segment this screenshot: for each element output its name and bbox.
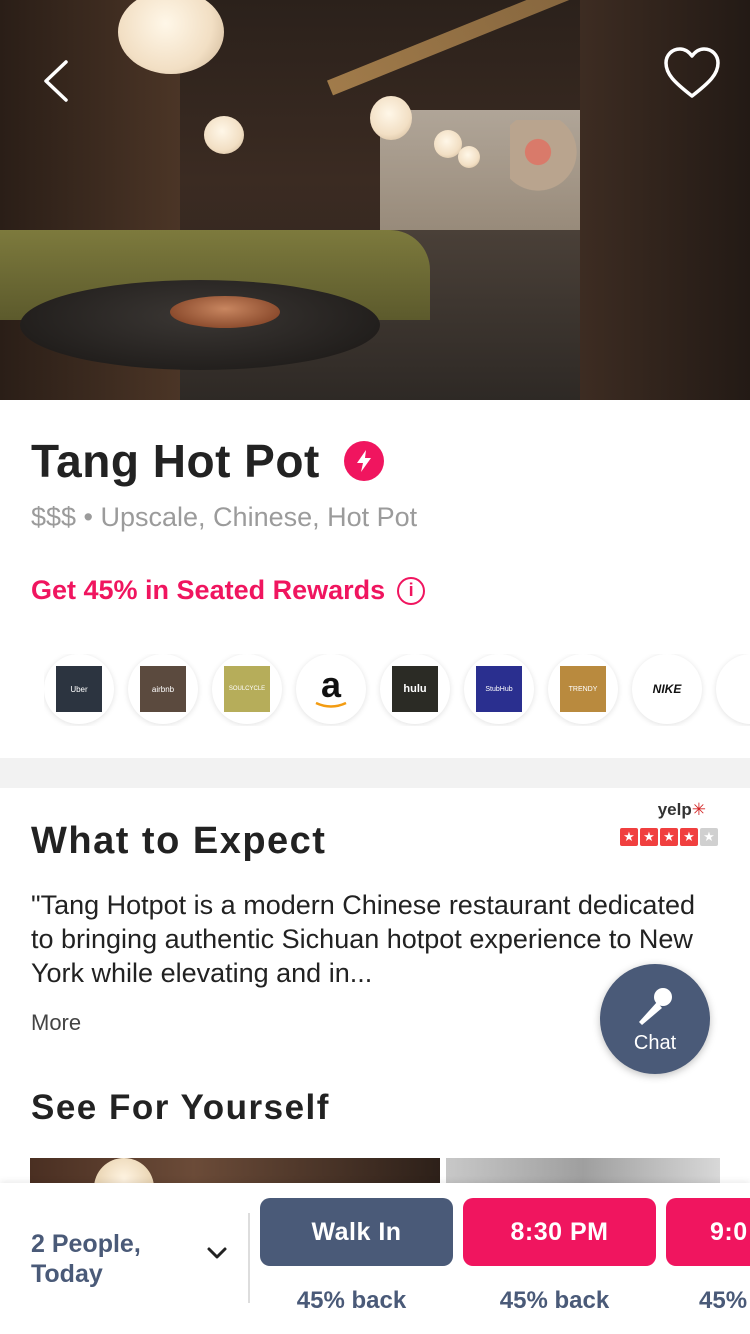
chat-label: Chat	[633, 1031, 677, 1054]
time-slot-9-button[interactable]: 9:0	[666, 1198, 750, 1266]
lightning-bolt-icon	[343, 441, 384, 481]
brand-thumb: TRENDY	[560, 666, 606, 712]
brand-label: airbnb	[151, 684, 175, 694]
time-slot-830-cashback: 45% back	[499, 1287, 610, 1314]
microphone-icon	[639, 987, 672, 1025]
hero-bowl	[170, 296, 280, 328]
brand-stubhub[interactable]: StubHub	[464, 654, 534, 724]
booking-bar: 2 People, Today Walk In 45% back 8:30 PM…	[0, 1183, 750, 1334]
brand-thumb: airbnb	[140, 666, 186, 712]
back-button[interactable]	[40, 58, 80, 104]
description-quote: "Tang Hotpot is a modern Chinese restaur…	[31, 890, 695, 988]
brand-thumb: Uber	[56, 666, 102, 712]
restaurant-details: $$$ • Upscale, Chinese, Hot Pot	[31, 502, 418, 532]
star-icon: ★	[620, 828, 638, 846]
brand-thumb: hulu	[392, 666, 438, 712]
brand-label: hulu	[403, 683, 427, 695]
booking-divider	[248, 1213, 250, 1303]
rewards-link[interactable]: Get 45% in Seated Rewards i	[31, 575, 426, 606]
hero-image	[0, 0, 750, 400]
time-slot-9-cashback: 45%	[699, 1287, 748, 1314]
walk-in-cashback: 45% back	[296, 1287, 407, 1314]
hero-lamp	[204, 116, 244, 154]
yelp-logo: yelp✳	[620, 800, 720, 820]
hero-lamp	[458, 146, 480, 168]
more-link[interactable]: More	[31, 1010, 81, 1036]
party-size-selector[interactable]: 2 People, Today	[31, 1229, 161, 1289]
chevron-down-icon[interactable]	[206, 1245, 228, 1261]
hero-lamp	[370, 96, 412, 140]
brand-thumb: a	[308, 666, 354, 712]
hero-mural	[510, 120, 580, 200]
what-to-expect-heading: What to Expect	[31, 820, 327, 862]
brand-trendy[interactable]: TRENDY	[548, 654, 618, 724]
brand-uber[interactable]: Uber	[44, 654, 114, 724]
amazon-smile-icon	[315, 701, 347, 708]
star-icon: ★	[700, 828, 718, 846]
brand-thumb: SOULCYCLE	[224, 666, 270, 712]
section-divider	[0, 758, 750, 788]
brand-label: SOULCYCLE	[228, 686, 266, 692]
star-icon: ★	[640, 828, 658, 846]
brand-amazon[interactable]: a	[296, 654, 366, 724]
brand-label: NIKE	[652, 682, 682, 696]
yelp-rating: yelp✳ ★ ★ ★ ★ ★	[620, 800, 720, 846]
brand-soulcycle[interactable]: SOULCYCLE	[212, 654, 282, 724]
see-for-yourself-heading: See For Yourself	[31, 1088, 330, 1127]
chat-button[interactable]: Chat	[600, 964, 710, 1074]
brand-label: StubHub	[485, 685, 513, 693]
brand-hulu[interactable]: hulu	[380, 654, 450, 724]
star-icon: ★	[680, 828, 698, 846]
brand-nike[interactable]: NIKE	[632, 654, 702, 724]
brand-label: a	[320, 664, 342, 705]
walk-in-button[interactable]: Walk In	[260, 1198, 453, 1266]
star-rating: ★ ★ ★ ★ ★	[620, 828, 720, 846]
heart-outline-icon	[664, 47, 720, 98]
rewards-text: Get 45% in Seated Rewards	[31, 575, 386, 605]
yelp-burst-icon: ✳	[691, 800, 706, 819]
yelp-label: yelp	[657, 800, 692, 819]
brand-more[interactable]	[716, 654, 750, 724]
brand-thumb: NIKE	[644, 666, 690, 712]
brand-airbnb[interactable]: airbnb	[128, 654, 198, 724]
time-slot-830-button[interactable]: 8:30 PM	[463, 1198, 656, 1266]
info-icon[interactable]: i	[397, 576, 426, 605]
brand-thumb: StubHub	[476, 666, 522, 712]
restaurant-header: Tang Hot Pot	[31, 434, 384, 488]
star-icon: ★	[660, 828, 678, 846]
brand-label: TRENDY	[568, 685, 598, 693]
brand-label: Uber	[70, 684, 88, 694]
chevron-left-icon	[44, 60, 68, 102]
restaurant-name: Tang Hot Pot	[31, 435, 320, 487]
partner-brands-carousel[interactable]: Uber airbnb SOULCYCLE a hulu StubHub TRE…	[44, 654, 750, 726]
favorite-button[interactable]	[662, 46, 722, 102]
